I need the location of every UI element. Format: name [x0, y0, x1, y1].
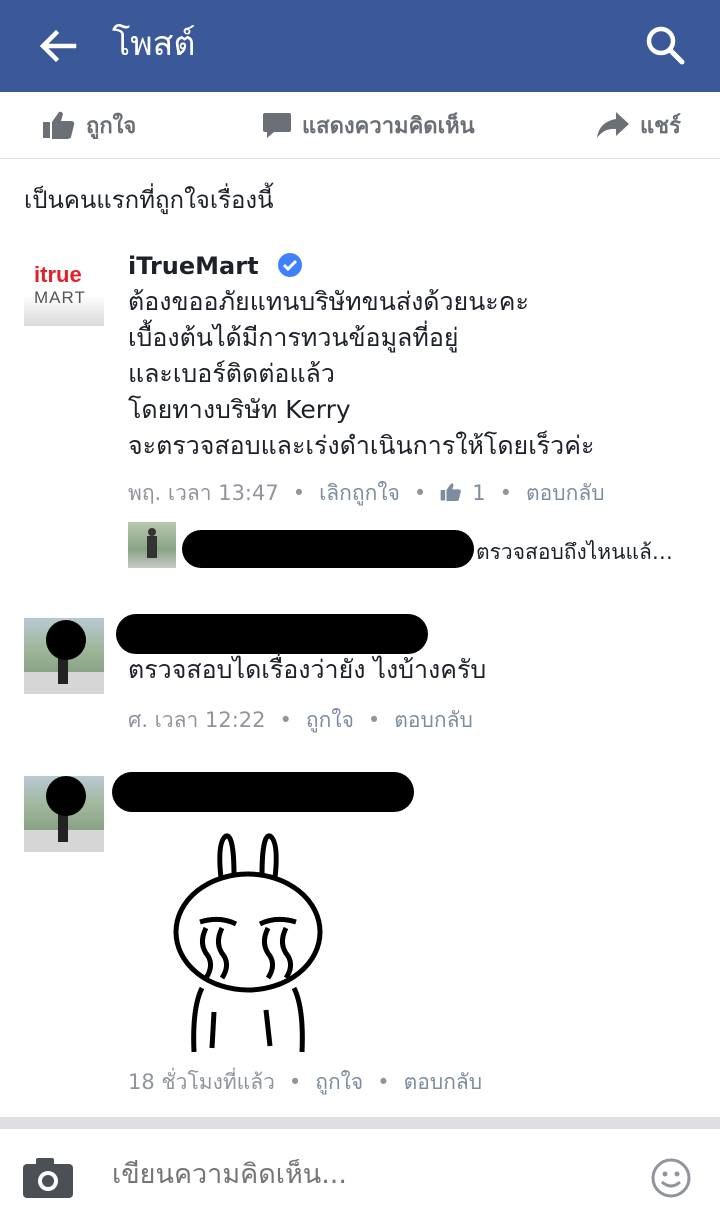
- verified-badge-icon: [277, 253, 302, 277]
- comment-line: ต้องขออภัยแทนบริษัทขนส่งด้วยนะคะ: [128, 287, 529, 316]
- comment-line: เบื้องต้นได้มีการทวนข้อมูลที่อยู่: [128, 323, 459, 352]
- reply-avatar[interactable]: [128, 522, 176, 568]
- post-action-bar: ถูกใจ แสดงความคิดเห็น แชร์: [0, 92, 720, 159]
- comment-meta: 18 ชั่วโมงที่แล้ว • ถูกใจ • ตอบกลับ: [128, 1070, 483, 1094]
- comment-time: ศ. เวลา 12:22: [128, 708, 266, 732]
- like-label: ถูกใจ: [86, 113, 137, 139]
- comment-body: ตรวจสอบไดเรื่องว่ายัง ไงบ้างครับ: [128, 655, 487, 684]
- redacted-name: [112, 772, 414, 812]
- crying-rabbit-sticker[interactable]: [168, 832, 328, 1054]
- share-label: แชร์: [640, 113, 681, 139]
- reply-link[interactable]: ตอบกลับ: [404, 1070, 483, 1094]
- comment-label: แสดงความคิดเห็น: [302, 113, 475, 139]
- comment-line: จะตรวจสอบและเร่งดำเนินการให้โดยเร็วค่ะ: [128, 431, 595, 460]
- reply-link[interactable]: ตอบกลับ: [394, 708, 473, 732]
- back-arrow-icon[interactable]: [34, 22, 82, 70]
- comment-time: พฤ. เวลา 13:47: [128, 481, 279, 505]
- like-link[interactable]: ถูกใจ: [306, 708, 354, 732]
- comment-body: ต้องขออภัยแทนบริษัทขนส่งด้วยนะคะ เบื้องต…: [128, 284, 594, 464]
- likes-summary: เป็นคนแรกที่ถูกใจเรื่องนี้: [24, 186, 274, 214]
- app-header: โพสต์: [0, 0, 720, 92]
- share-button[interactable]: แชร์: [596, 92, 681, 158]
- like-button[interactable]: ถูกใจ: [42, 92, 136, 158]
- comment-line: โดยทางบริษัท Kerry: [128, 395, 351, 424]
- comment-author[interactable]: iTrueMart: [128, 252, 303, 280]
- share-arrow-icon: [597, 112, 629, 138]
- comment-composer: [0, 1129, 720, 1226]
- logo-true-text: true: [40, 262, 82, 287]
- composer-divider: [0, 1117, 720, 1129]
- like-count-icon: [440, 483, 462, 502]
- avatar-itruemart[interactable]: itrue MART: [24, 250, 104, 326]
- redacted-name: [116, 614, 428, 654]
- comment-input[interactable]: [112, 1159, 632, 1190]
- search-icon[interactable]: [640, 20, 690, 70]
- like-link[interactable]: ถูกใจ: [315, 1070, 363, 1094]
- redacted-name: [182, 530, 474, 568]
- emoji-icon[interactable]: [650, 1157, 692, 1199]
- comment-meta: ศ. เวลา 12:22 • ถูกใจ • ตอบกลับ: [128, 708, 473, 732]
- avatar-commenter[interactable]: [24, 776, 104, 852]
- camera-icon[interactable]: [22, 1157, 74, 1199]
- reply-link[interactable]: ตอบกลับ: [526, 481, 605, 505]
- comment-bubble-icon: [263, 113, 291, 138]
- logo-mart-text: MART: [34, 288, 86, 307]
- like-count[interactable]: 1: [472, 481, 485, 505]
- unlike-link[interactable]: เลิกถูกใจ: [319, 481, 400, 505]
- avatar-commenter[interactable]: [24, 618, 104, 694]
- comment-time: 18 ชั่วโมงที่แล้ว: [128, 1070, 275, 1094]
- thumbs-up-icon: [43, 111, 75, 139]
- comment-line: และเบอร์ติดต่อแล้ว: [128, 359, 335, 388]
- comment-button[interactable]: แสดงความคิดเห็น: [262, 92, 475, 158]
- page-title: โพสต์: [112, 24, 196, 64]
- comment-meta: พฤ. เวลา 13:47 • เลิกถูกใจ • 1 • ตอบกลับ: [128, 481, 605, 505]
- reply-preview-text[interactable]: ตรวจสอบถึงไหนแล้…: [476, 536, 673, 569]
